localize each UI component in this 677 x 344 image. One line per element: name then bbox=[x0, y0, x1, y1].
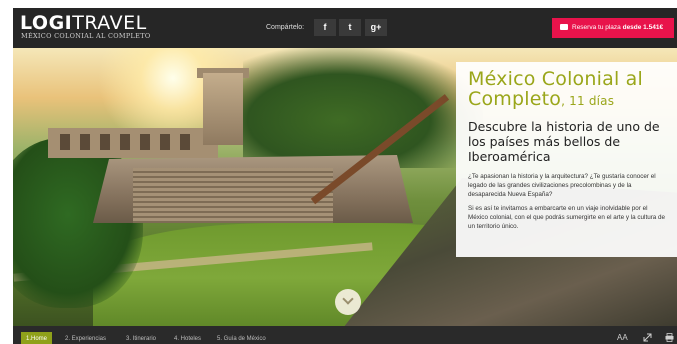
tour-title-text: México Colonial al Completo bbox=[468, 68, 643, 110]
nav-item-home[interactable]: 1.Home bbox=[21, 332, 53, 344]
font-size-control[interactable]: AA bbox=[617, 333, 628, 342]
facebook-share-button[interactable]: f bbox=[314, 19, 336, 36]
page-frame: LOGITRAVEL MÉXICO COLONIAL AL COMPLETO C… bbox=[13, 8, 677, 344]
stone-steps bbox=[133, 168, 333, 223]
nav-item-hoteles[interactable]: 4. Hoteles bbox=[169, 332, 206, 344]
facebook-icon: f bbox=[323, 22, 327, 32]
tour-title: México Colonial al Completo, 11 días bbox=[468, 69, 667, 111]
top-bar: LOGITRAVEL MÉXICO COLONIAL AL COMPLETO C… bbox=[13, 8, 677, 48]
google-plus-icon: g+ bbox=[370, 22, 382, 32]
suitcase-icon bbox=[560, 24, 568, 30]
tour-intro-paragraph: ¿Te apasionan la historia y la arquitect… bbox=[468, 173, 656, 198]
expand-icon[interactable] bbox=[643, 333, 652, 344]
logo-bold-text: LOGI bbox=[20, 12, 73, 34]
chevron-down-icon bbox=[342, 293, 354, 305]
tour-duration: , 11 días bbox=[561, 94, 615, 108]
nav-item-itinerario[interactable]: 3. Itinerario bbox=[121, 332, 161, 344]
section-nav: 1.Home 2. Experiencias 3. Itinerario 4. … bbox=[13, 326, 677, 344]
tour-subtitle: Descubre la historia de uno de los paíse… bbox=[468, 119, 660, 164]
logo-thin-text: TRAVEL bbox=[72, 12, 147, 34]
tour-invite-paragraph: Si es así te invitamos a embarcarte en u… bbox=[468, 205, 666, 230]
hero-image: México Colonial al Completo, 11 días Des… bbox=[13, 48, 677, 326]
reserve-text: Reserva tu plaza bbox=[572, 24, 621, 31]
nav-item-guia-mexico[interactable]: 5. Guía de México bbox=[212, 332, 271, 344]
palace-gallery bbox=[48, 128, 218, 158]
scroll-down-button[interactable] bbox=[335, 289, 361, 315]
logo-subtitle: MÉXICO COLONIAL AL COMPLETO bbox=[21, 32, 151, 40]
palace-tower bbox=[203, 73, 243, 145]
jungle-canopy bbox=[243, 48, 483, 168]
google-plus-share-button[interactable]: g+ bbox=[365, 19, 387, 36]
reserve-price: desde 1.541€ bbox=[622, 24, 664, 31]
logo[interactable]: LOGITRAVEL bbox=[20, 13, 147, 33]
print-icon[interactable] bbox=[665, 333, 674, 344]
twitter-share-button[interactable]: t bbox=[339, 19, 361, 36]
twitter-icon: t bbox=[348, 22, 352, 32]
tour-info-panel: México Colonial al Completo, 11 días Des… bbox=[456, 62, 677, 257]
reserve-button[interactable]: Reserva tu plaza desde 1.541€ bbox=[552, 18, 674, 38]
share-label: Compártelo: bbox=[266, 24, 305, 31]
nav-item-experiencias[interactable]: 2. Experiencias bbox=[60, 332, 111, 344]
